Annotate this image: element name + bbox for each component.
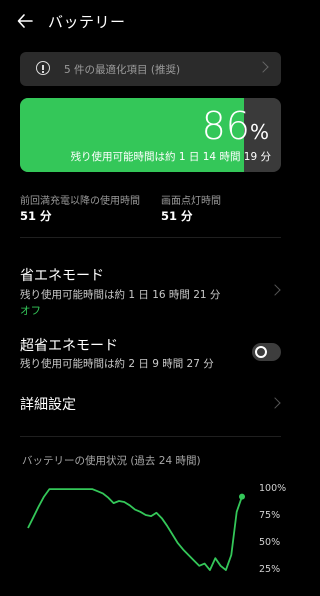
stat-label-screen-on: 画面点灯時間 <box>161 196 221 207</box>
details-title: 詳細設定 <box>20 397 76 413</box>
ultra-power-saving-title: 超省エネモード <box>20 338 118 354</box>
toggle-knob <box>255 346 267 358</box>
page-title: バッテリー <box>48 13 126 31</box>
battery-level-card: 86% 残り使用可能時間は約 1 日 14 時間 19 分 <box>20 98 281 172</box>
battery-usage-current-point <box>239 493 245 500</box>
chevron-right-icon <box>257 61 269 73</box>
y-tick-label: 50% <box>259 537 280 548</box>
stat-value-screen-on: 51 分 <box>161 209 193 223</box>
divider <box>20 436 281 437</box>
ultra-power-saving-toggle[interactable] <box>252 343 281 361</box>
stat-value-since-charge: 51 分 <box>20 209 52 223</box>
back-arrow-icon[interactable] <box>16 12 34 30</box>
optimization-text: 5 件の最適化項目 (推奨) <box>64 64 181 76</box>
power-saving-title: 省エネモード <box>20 268 104 284</box>
battery-usage-line <box>27 488 243 571</box>
battery-remaining-time: 残り使用可能時間は約 1 日 14 時間 19 分 <box>70 151 271 163</box>
info-icon <box>36 61 50 75</box>
y-tick-label: 25% <box>259 564 280 575</box>
power-saving-subtitle: 残り使用可能時間は約 1 日 16 時間 21 分 <box>20 289 221 301</box>
power-saving-row[interactable]: 省エネモード 残り使用可能時間は約 1 日 16 時間 21 分 オフ <box>0 255 301 317</box>
power-saving-status: オフ <box>20 305 41 317</box>
chevron-right-icon <box>269 284 281 296</box>
usage-chart-title: バッテリーの使用状況 (過去 24 時間) <box>22 455 201 467</box>
battery-percentage: 86% <box>202 104 269 148</box>
battery-percentage-unit: % <box>249 120 269 144</box>
y-tick-label: 100% <box>259 483 286 494</box>
stat-label-since-charge: 前回満充電以降の使用時間 <box>20 196 140 207</box>
chevron-right-icon <box>269 397 281 409</box>
ultra-power-saving-subtitle: 残り使用可能時間は約 2 日 9 時間 27 分 <box>20 358 214 370</box>
details-row[interactable]: 詳細設定 <box>0 384 301 422</box>
y-tick-label: 75% <box>259 510 280 521</box>
divider <box>20 237 281 238</box>
battery-percentage-value: 86 <box>201 104 250 148</box>
optimization-banner[interactable]: 5 件の最適化項目 (推奨) <box>20 52 281 86</box>
battery-usage-chart: 100% 75% 50% 25% <box>27 483 286 575</box>
